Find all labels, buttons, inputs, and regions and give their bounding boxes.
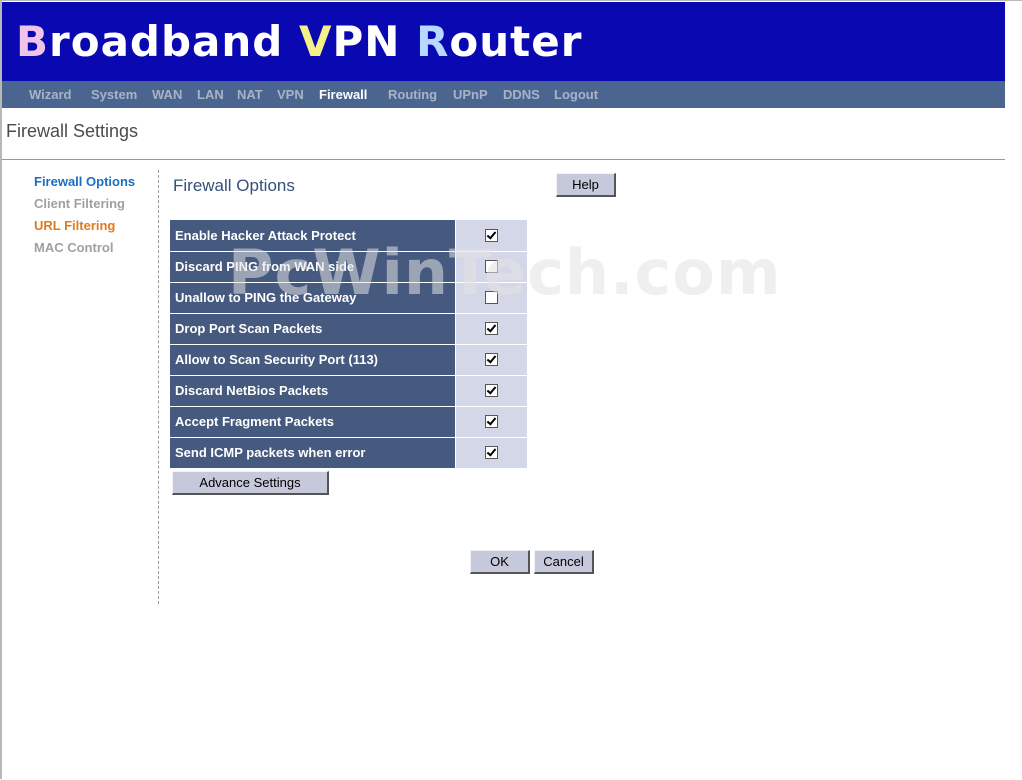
- option-label: Discard PING from WAN side: [170, 251, 456, 283]
- header-banner: Broadband VPN Router: [2, 2, 1005, 81]
- option-label: Send ICMP packets when error: [170, 437, 456, 469]
- nav-lan[interactable]: LAN: [197, 87, 224, 102]
- discard-ping-checkbox[interactable]: [484, 259, 498, 273]
- nav-nat[interactable]: NAT: [237, 87, 263, 102]
- ok-button[interactable]: OK: [470, 550, 530, 574]
- sidebar-item-url-filtering[interactable]: URL Filtering: [34, 218, 115, 233]
- discard-netbios-checkbox[interactable]: [484, 383, 498, 397]
- option-row-accept-fragment: Accept Fragment Packets: [170, 406, 527, 438]
- accept-fragment-checkbox[interactable]: [484, 414, 498, 428]
- nav-logout[interactable]: Logout: [554, 87, 598, 102]
- nav-wizard[interactable]: Wizard: [29, 87, 72, 102]
- unallow-ping-checkbox[interactable]: [484, 290, 498, 304]
- firewall-options-table: Enable Hacker Attack Protect Discard PIN…: [170, 220, 527, 469]
- option-label: Unallow to PING the Gateway: [170, 282, 456, 314]
- option-row-scan-security-port: Allow to Scan Security Port (113): [170, 344, 527, 376]
- enable-hacker-attack-checkbox[interactable]: [484, 228, 498, 242]
- option-label: Discard NetBios Packets: [170, 375, 456, 407]
- cancel-button[interactable]: Cancel: [534, 550, 594, 574]
- option-row-discard-ping: Discard PING from WAN side: [170, 251, 527, 283]
- nav-ddns[interactable]: DDNS: [503, 87, 540, 102]
- brand-text-3: outer: [449, 17, 583, 66]
- brand-cap-b: B: [16, 17, 50, 66]
- option-row-discard-netbios: Discard NetBios Packets: [170, 375, 527, 407]
- section-title: Firewall Options: [173, 176, 295, 195]
- nav-wan[interactable]: WAN: [152, 87, 182, 102]
- brand-text-1: roadband: [49, 17, 299, 66]
- option-row-unallow-ping: Unallow to PING the Gateway: [170, 282, 527, 314]
- option-row-drop-port-scan: Drop Port Scan Packets: [170, 313, 527, 345]
- scan-security-port-checkbox[interactable]: [484, 352, 498, 366]
- send-icmp-checkbox[interactable]: [484, 445, 498, 459]
- option-label: Drop Port Scan Packets: [170, 313, 456, 345]
- nav-routing[interactable]: Routing: [388, 87, 437, 102]
- option-label: Allow to Scan Security Port (113): [170, 344, 456, 376]
- title-divider: [2, 159, 1005, 160]
- advance-settings-button[interactable]: Advance Settings: [172, 471, 329, 495]
- sidebar-item-firewall-options[interactable]: Firewall Options: [34, 174, 135, 189]
- nav-upnp[interactable]: UPnP: [453, 87, 488, 102]
- drop-port-scan-checkbox[interactable]: [484, 321, 498, 335]
- nav-firewall[interactable]: Firewall: [319, 87, 367, 102]
- top-nav: Wizard System WAN LAN NAT VPN Firewall R…: [2, 81, 1005, 108]
- sidebar-divider: [158, 170, 159, 604]
- sidebar-item-mac-control[interactable]: MAC Control: [34, 240, 113, 255]
- option-row-send-icmp: Send ICMP packets when error: [170, 437, 527, 469]
- option-row-hacker-attack: Enable Hacker Attack Protect: [170, 220, 527, 252]
- router-brand-title: Broadband VPN Router: [16, 16, 582, 68]
- page-title: Firewall Settings: [6, 121, 139, 141]
- nav-system[interactable]: System: [91, 87, 137, 102]
- brand-text-2: PN: [332, 17, 417, 66]
- brand-cap-r: R: [416, 17, 450, 66]
- brand-cap-v: V: [298, 17, 333, 66]
- sidebar-item-client-filtering[interactable]: Client Filtering: [34, 196, 125, 211]
- option-label: Enable Hacker Attack Protect: [170, 220, 456, 252]
- option-label: Accept Fragment Packets: [170, 406, 456, 438]
- nav-vpn[interactable]: VPN: [277, 87, 304, 102]
- help-button[interactable]: Help: [556, 173, 616, 197]
